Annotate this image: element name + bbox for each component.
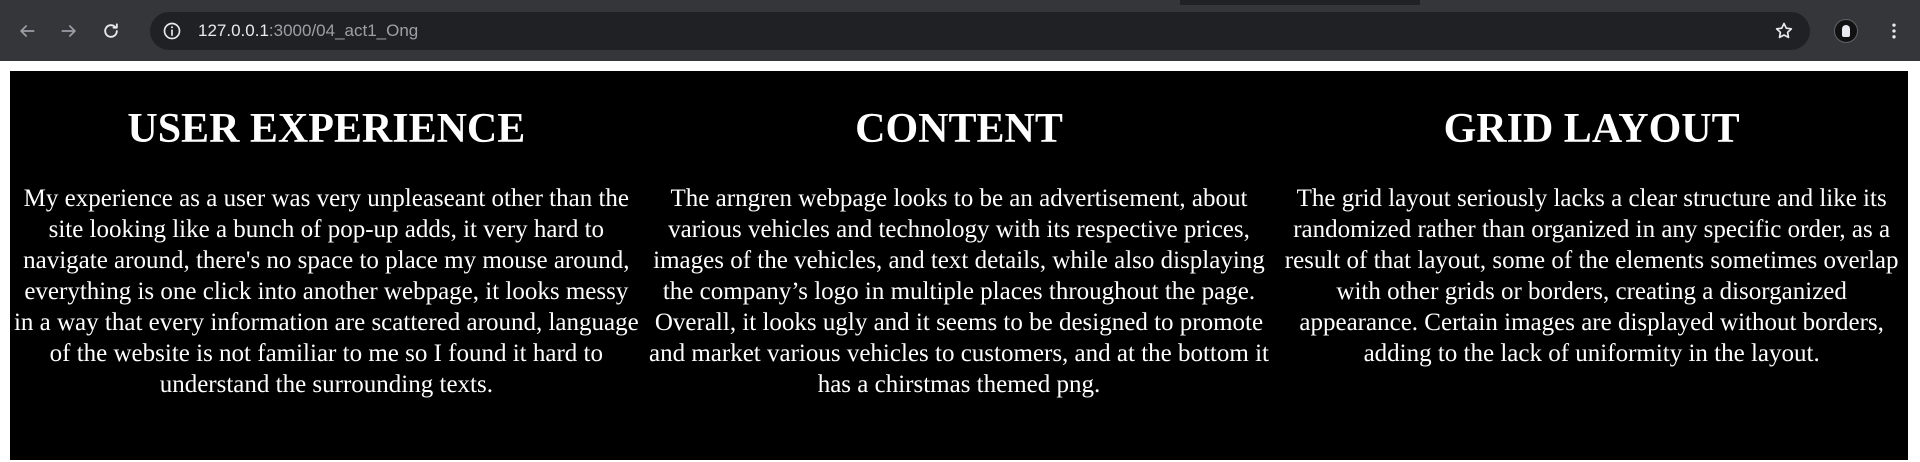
info-icon[interactable] bbox=[162, 21, 182, 41]
browser-chrome: 127.0.0.1:3000/04_act1_Ong bbox=[0, 0, 1920, 61]
column-title: USER EXPERIENCE bbox=[127, 106, 526, 152]
column-body: The grid layout seriously lacks a clear … bbox=[1284, 185, 1899, 367]
star-icon[interactable] bbox=[1774, 21, 1794, 41]
column-title: GRID LAYOUT bbox=[1443, 106, 1740, 152]
browser-toolbar: 127.0.0.1:3000/04_act1_Ong bbox=[0, 5, 1920, 57]
column-title: CONTENT bbox=[855, 106, 1063, 152]
column-content: CONTENT The arngren webpage looks to be … bbox=[643, 71, 1276, 460]
url-text[interactable]: 127.0.0.1:3000/04_act1_Ong bbox=[198, 21, 418, 41]
url-host: 127.0.0.1 bbox=[198, 21, 269, 40]
reload-icon bbox=[104, 23, 118, 38]
content-panel: USER EXPERIENCE My experience as a user … bbox=[10, 71, 1908, 460]
address-bar[interactable]: 127.0.0.1:3000/04_act1_Ong bbox=[150, 12, 1810, 50]
forward-arrow-icon bbox=[61, 25, 76, 37]
avatar[interactable] bbox=[1834, 19, 1858, 43]
forward-button[interactable] bbox=[54, 16, 84, 46]
column-grid-layout: GRID LAYOUT The grid layout seriously la… bbox=[1275, 71, 1908, 460]
reload-button[interactable] bbox=[96, 16, 126, 46]
page-viewport: USER EXPERIENCE My experience as a user … bbox=[0, 61, 1920, 462]
back-arrow-icon bbox=[20, 25, 35, 37]
column-user-experience: USER EXPERIENCE My experience as a user … bbox=[10, 71, 643, 460]
column-body: My experience as a user was very unpleas… bbox=[13, 185, 639, 398]
kebab-menu-icon[interactable] bbox=[1880, 17, 1908, 45]
column-body: The arngren webpage looks to be an adver… bbox=[648, 185, 1269, 398]
avatar-glyph bbox=[1842, 25, 1850, 37]
url-path: :3000/04_act1_Ong bbox=[268, 21, 419, 40]
back-button[interactable] bbox=[12, 16, 42, 46]
